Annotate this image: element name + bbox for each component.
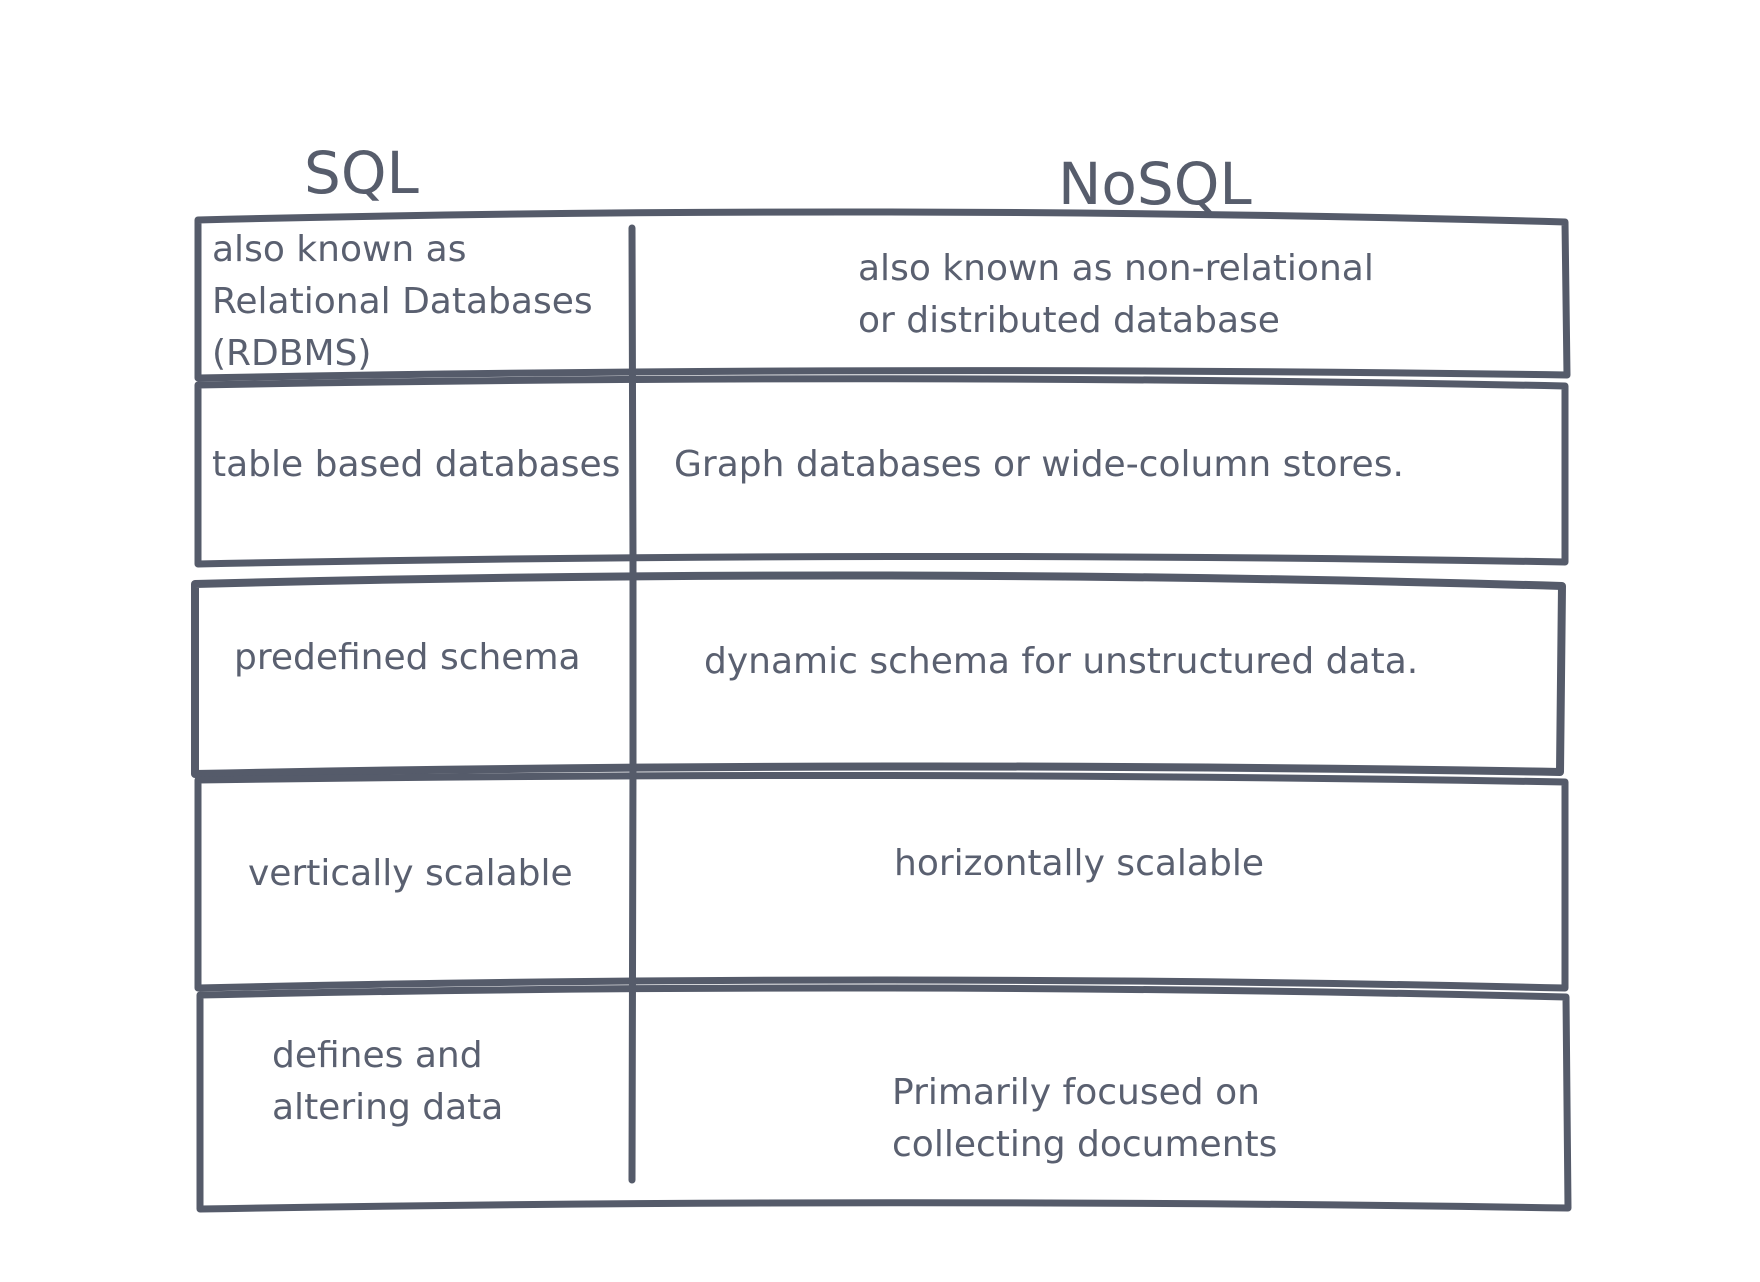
- cell-line: also known as: [212, 229, 467, 270]
- row-5-sql-cell: defines and altering data: [272, 1030, 503, 1134]
- cell-line: (RDBMS): [212, 333, 372, 374]
- cell-line: horizontally scalable: [894, 843, 1264, 884]
- cell-line: table based databases: [212, 444, 621, 485]
- row-4-sql-cell: vertically scalable: [248, 848, 573, 900]
- cell-line: also known as non-relational: [858, 248, 1374, 289]
- cell-line: Graph databases or wide-column stores.: [674, 444, 1404, 485]
- column-divider: [628, 224, 637, 1184]
- cell-line: defines and: [272, 1035, 483, 1076]
- cell-line: altering data: [272, 1087, 504, 1128]
- row-2-sql-cell: table based databases: [212, 439, 620, 491]
- cell-line: Primarily focused on: [892, 1072, 1260, 1113]
- row-3-nosql-cell: dynamic schema for unstructured data.: [704, 636, 1418, 688]
- row-1-sql-cell: also known as Relational Databases (RDBM…: [212, 224, 593, 380]
- row-2-nosql-cell: Graph databases or wide-column stores.: [674, 439, 1404, 491]
- row-4-nosql-cell: horizontally scalable: [894, 838, 1264, 890]
- row-5-nosql-cell: Primarily focused on collecting document…: [892, 1067, 1277, 1171]
- cell-line: or distributed database: [858, 300, 1280, 341]
- cell-line: Relational Databases: [212, 281, 593, 322]
- cell-line: vertically scalable: [248, 853, 573, 894]
- row-1-nosql-cell: also known as non-relational or distribu…: [858, 243, 1374, 347]
- row-3-sql-cell: predefined schema: [234, 632, 581, 684]
- cell-line: predefined schema: [234, 637, 581, 678]
- cell-line: collecting documents: [892, 1124, 1278, 1165]
- cell-line: dynamic schema for unstructured data.: [704, 641, 1419, 682]
